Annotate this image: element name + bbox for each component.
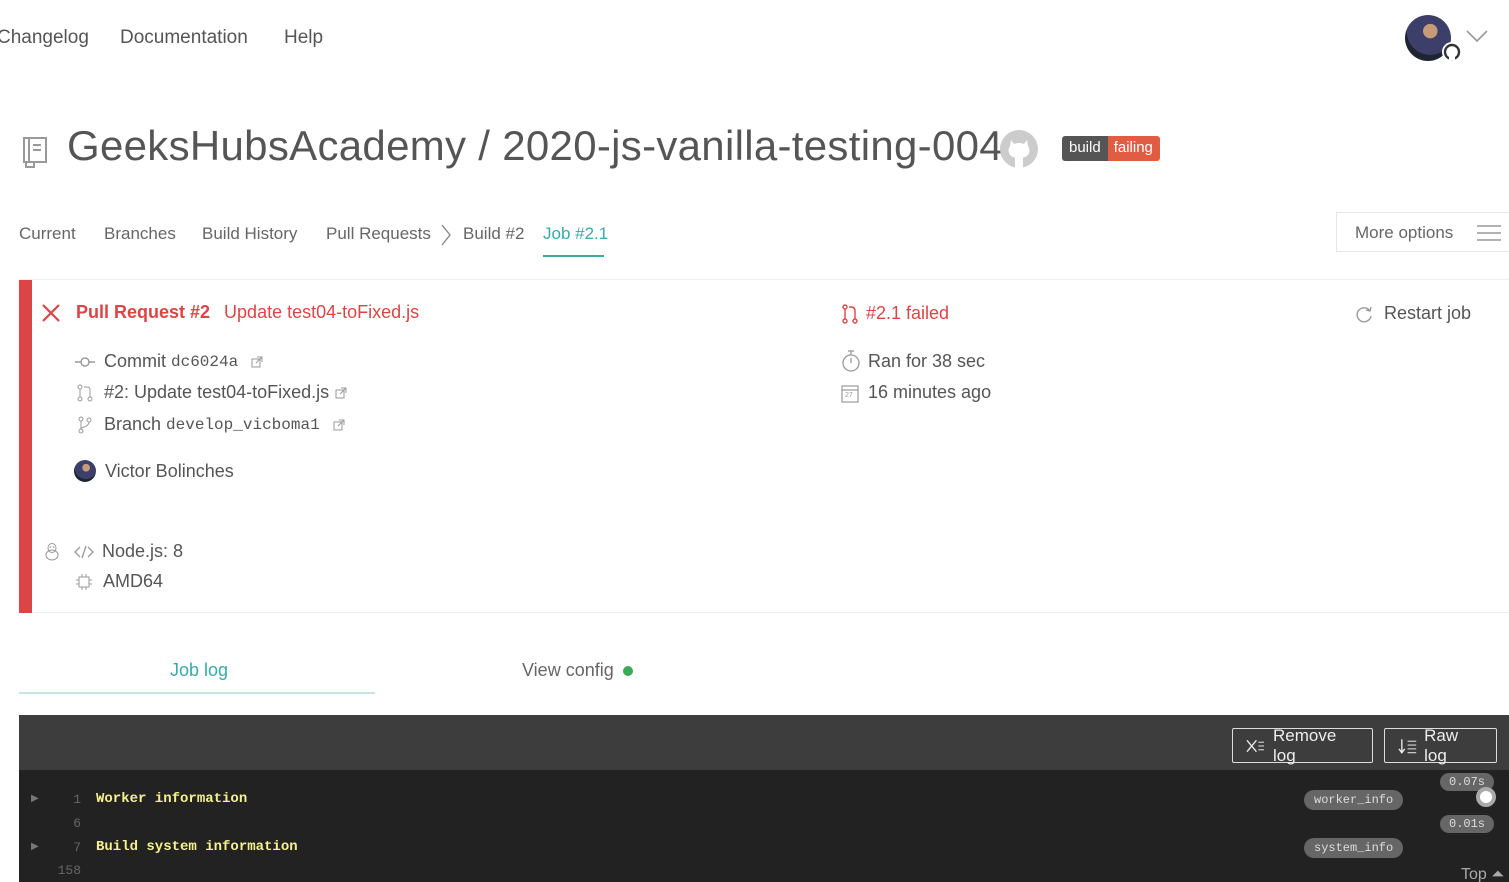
- restart-job-label: Restart job: [1384, 303, 1472, 323]
- job-log-tab-indicator: [19, 692, 375, 694]
- arch-value: AMD64: [103, 571, 164, 591]
- account-chevron-down-icon[interactable]: [1466, 30, 1488, 49]
- branch-row: Branch develop_vicboma1: [77, 414, 345, 435]
- build-status-badge[interactable]: build failing: [1062, 136, 1160, 161]
- log-toolbar: Remove log Raw log: [19, 715, 1509, 770]
- tab-job[interactable]: Job #2.1: [543, 224, 608, 244]
- raw-log-label: Raw log: [1424, 725, 1459, 765]
- fold-expand-arrow-icon[interactable]: ▶: [31, 841, 39, 853]
- failed-status-stripe: [19, 280, 32, 613]
- raw-log-button[interactable]: Raw log: [1384, 725, 1497, 765]
- code-brackets-icon: [74, 545, 94, 558]
- log-line-text[interactable]: Worker information: [96, 791, 247, 807]
- fold-expand-arrow-icon[interactable]: ▶: [31, 793, 39, 805]
- badge-label: build: [1062, 136, 1108, 161]
- line-number[interactable]: 158: [41, 863, 81, 878]
- hamburger-menu-icon: [1477, 225, 1501, 241]
- duration-row: Ran for 38 sec: [841, 350, 985, 372]
- language-row: Node.js: 8: [44, 541, 183, 562]
- commit-icon: [75, 356, 95, 367]
- author-row: Victor Bolinches: [74, 460, 234, 482]
- tab-build-history[interactable]: Build History: [202, 224, 297, 244]
- branch-name-link[interactable]: develop_vicboma1: [166, 416, 320, 434]
- tab-job-log[interactable]: Job log: [170, 660, 228, 681]
- scroll-to-top-link[interactable]: Top ⏶: [1461, 866, 1504, 882]
- raw-log-icon: [1398, 738, 1417, 754]
- job-title-row: Pull Request #2 Update test04-toFixed.js: [41, 302, 419, 323]
- top-label: Top: [1461, 866, 1487, 882]
- arch-row: AMD64: [75, 571, 163, 592]
- pull-request-title[interactable]: Update test04-toFixed.js: [224, 302, 419, 323]
- active-tab-indicator: [543, 255, 604, 257]
- nav-changelog-link[interactable]: Changelog: [0, 27, 89, 49]
- pull-request-failed-icon: [842, 303, 858, 324]
- calendar-icon: 27: [841, 383, 859, 403]
- tab-current[interactable]: Current: [19, 224, 76, 244]
- branch-label: Branch: [104, 414, 162, 434]
- tab-branches[interactable]: Branches: [104, 224, 176, 244]
- pr-ref-link[interactable]: #2: Update test04-toFixed.js: [104, 382, 329, 403]
- view-config-label: View config: [522, 660, 614, 680]
- job-status: #2.1 failed: [866, 303, 950, 323]
- nav-documentation-link[interactable]: Documentation: [120, 27, 248, 49]
- breadcrumb-chevron-right-icon: [440, 223, 452, 252]
- author-name: Victor Bolinches: [105, 460, 234, 481]
- restart-job-button[interactable]: Restart job: [1354, 303, 1471, 324]
- job-duration: Ran for 38 sec: [868, 350, 986, 371]
- job-status-row: #2.1 failed: [841, 303, 949, 324]
- pr-ref-row: #2: Update test04-toFixed.js: [77, 382, 347, 403]
- job-finished-time: 16 minutes ago: [868, 382, 992, 402]
- log-line-text[interactable]: Build system information: [96, 839, 298, 855]
- author-avatar: [74, 460, 96, 482]
- fold-tag: worker_info: [1304, 790, 1404, 810]
- repo-title[interactable]: GeeksHubsAcademy / 2020-js-vanilla-testi…: [67, 122, 1003, 170]
- pull-request-label[interactable]: Pull Request #2: [76, 302, 210, 323]
- remove-log-button[interactable]: Remove log: [1232, 725, 1373, 765]
- commit-label: Commit: [104, 351, 166, 371]
- log-output: ▶ 1 Worker information worker_info 0.07s…: [19, 770, 1509, 882]
- tab-view-config[interactable]: View config: [522, 660, 633, 681]
- cpu-chip-icon: [76, 573, 92, 590]
- commit-sha-link[interactable]: dc6024a: [171, 353, 238, 371]
- finished-row: 27 16 minutes ago: [841, 382, 991, 403]
- repo-book-icon: [21, 136, 49, 173]
- line-number[interactable]: 7: [41, 840, 81, 855]
- badge-status: failing: [1107, 136, 1160, 161]
- github-badge-icon: [1442, 42, 1462, 62]
- remove-log-label: Remove log: [1272, 725, 1337, 765]
- more-options-label: More options: [1355, 223, 1454, 242]
- calendar-day: 27: [845, 391, 853, 399]
- external-link-icon[interactable]: [251, 356, 263, 368]
- external-link-icon[interactable]: [333, 419, 345, 431]
- scroll-thumb[interactable]: [1476, 787, 1496, 807]
- pull-request-icon: [77, 384, 93, 401]
- stopwatch-icon: [842, 350, 860, 372]
- tab-pull-requests[interactable]: Pull Requests: [326, 224, 431, 244]
- fold-duration: 0.01s: [1440, 815, 1495, 833]
- job-summary-card: Pull Request #2 Update test04-toFixed.js…: [19, 280, 1509, 613]
- commit-row: Commit dc6024a: [75, 351, 263, 372]
- language-version: Node.js: 8: [102, 541, 184, 561]
- fold-tag: system_info: [1304, 838, 1404, 858]
- linux-tux-icon: [45, 542, 59, 560]
- github-icon[interactable]: [998, 128, 1040, 175]
- external-link-icon[interactable]: [335, 387, 347, 399]
- failed-x-icon: [42, 303, 60, 322]
- tab-build[interactable]: Build #2: [463, 224, 524, 244]
- config-valid-dot-icon: [622, 666, 633, 677]
- line-number[interactable]: 1: [41, 792, 81, 807]
- restart-icon: [1356, 306, 1372, 322]
- line-number[interactable]: 6: [41, 816, 81, 831]
- remove-log-icon: [1246, 739, 1265, 752]
- nav-help-link[interactable]: Help: [284, 27, 323, 49]
- branch-icon: [78, 416, 92, 433]
- more-options-button[interactable]: More options: [1336, 212, 1509, 252]
